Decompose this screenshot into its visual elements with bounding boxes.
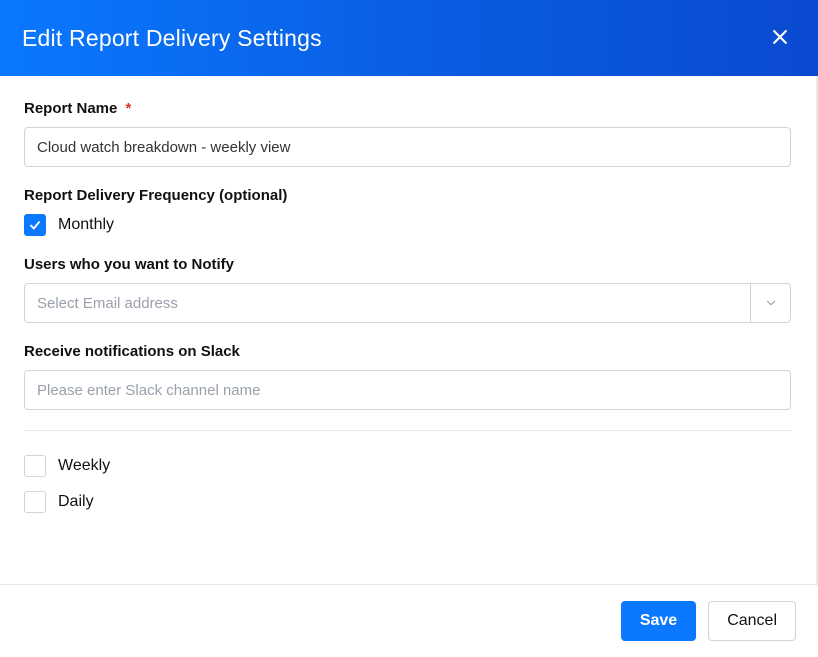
divider bbox=[24, 430, 791, 431]
dialog-body: Report Name * Report Delivery Frequency … bbox=[0, 76, 818, 584]
slack-channel-input[interactable] bbox=[24, 370, 791, 410]
chevron-down-icon bbox=[750, 284, 790, 322]
notify-users-label: Users who you want to Notify bbox=[24, 256, 791, 273]
dialog-header: Edit Report Delivery Settings bbox=[0, 0, 818, 76]
frequency-group: Report Delivery Frequency (optional) Mon… bbox=[24, 187, 791, 236]
weekly-option: Weekly bbox=[24, 455, 791, 477]
required-marker: * bbox=[126, 100, 132, 117]
slack-group: Receive notifications on Slack bbox=[24, 343, 791, 410]
daily-option: Daily bbox=[24, 491, 791, 513]
cancel-button[interactable]: Cancel bbox=[708, 601, 796, 641]
report-name-input[interactable] bbox=[24, 127, 791, 167]
monthly-checkbox-label: Monthly bbox=[58, 216, 114, 234]
slack-label: Receive notifications on Slack bbox=[24, 343, 791, 360]
report-name-label-text: Report Name bbox=[24, 100, 117, 117]
report-name-label: Report Name * bbox=[24, 100, 791, 117]
monthly-checkbox[interactable] bbox=[24, 214, 46, 236]
dialog-title: Edit Report Delivery Settings bbox=[22, 25, 322, 52]
notify-users-group: Users who you want to Notify Select Emai… bbox=[24, 256, 791, 323]
report-name-group: Report Name * bbox=[24, 100, 791, 167]
close-icon bbox=[770, 27, 790, 50]
notify-users-select[interactable]: Select Email address bbox=[24, 283, 791, 323]
dialog-footer: Save Cancel bbox=[0, 584, 818, 657]
daily-checkbox[interactable] bbox=[24, 491, 46, 513]
monthly-option: Monthly bbox=[24, 214, 791, 236]
frequency-label: Report Delivery Frequency (optional) bbox=[24, 187, 791, 204]
weekly-checkbox[interactable] bbox=[24, 455, 46, 477]
edit-report-delivery-dialog: Edit Report Delivery Settings Report Nam… bbox=[0, 0, 818, 657]
save-button[interactable]: Save bbox=[621, 601, 696, 641]
close-button[interactable] bbox=[764, 22, 796, 54]
notify-users-placeholder: Select Email address bbox=[37, 295, 178, 312]
weekly-checkbox-label: Weekly bbox=[58, 457, 110, 475]
daily-checkbox-label: Daily bbox=[58, 493, 94, 511]
